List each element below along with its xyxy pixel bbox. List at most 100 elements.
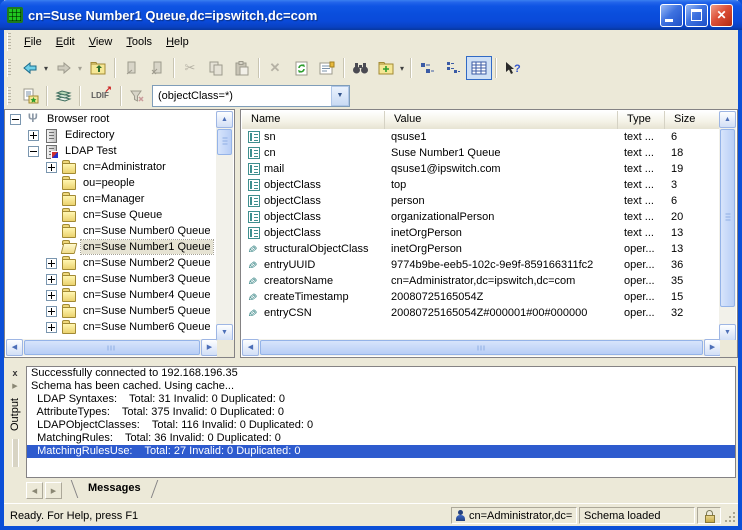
disconnect-button[interactable] xyxy=(144,56,170,80)
attribute-row[interactable]: objectClass person text ... 6 xyxy=(242,193,721,209)
connect-button[interactable] xyxy=(118,56,144,80)
attribute-row[interactable]: cn Suse Number1 Queue text ... 18 xyxy=(242,145,721,161)
list-vertical-scrollbar[interactable]: ▲ ▼ xyxy=(719,111,736,341)
tree-item[interactable]: cn=Suse Number6 Queue xyxy=(6,319,218,335)
tree-item[interactable]: cn=Suse Number4 Queue xyxy=(6,287,218,303)
copy-button[interactable] xyxy=(203,56,229,80)
export-entry-button[interactable] xyxy=(17,84,43,108)
tree-expander-icon[interactable] xyxy=(46,305,57,317)
close-button[interactable]: ✕ xyxy=(710,3,733,27)
minimize-button[interactable] xyxy=(660,3,683,27)
column-header-size[interactable]: Size xyxy=(665,111,721,129)
attribute-row[interactable]: entryUUID 9774b9be-eeb5-102c-9e9f-859166… xyxy=(242,257,721,273)
scroll-down-button[interactable]: ▼ xyxy=(719,324,736,341)
menu-file[interactable]: File xyxy=(17,33,49,51)
column-header-type[interactable]: Type xyxy=(618,111,665,129)
tree-expander-icon[interactable] xyxy=(46,273,57,285)
output-line[interactable]: MatchingRulesUse: Total: 27 Invalid: 0 D… xyxy=(27,445,735,458)
menu-view[interactable]: View xyxy=(82,33,120,51)
output-line[interactable]: Successfully connected to 192.168.196.35 xyxy=(27,367,735,380)
scroll-down-button[interactable]: ▼ xyxy=(216,324,233,341)
filter-combobox[interactable]: (objectClass=*) ▼ xyxy=(152,84,350,107)
list-horizontal-scrollbar[interactable]: ◀ ▶ xyxy=(242,339,721,356)
tree-item[interactable]: cn=Suse Number5 Queue xyxy=(6,303,218,319)
tree-item[interactable]: cn=Administrator xyxy=(6,159,218,175)
tree-vscroll-thumb[interactable] xyxy=(217,129,232,155)
output-pin-icon[interactable]: ▶ xyxy=(12,382,17,390)
ldif-export-button[interactable]: LDIF xyxy=(83,84,117,108)
tree-expander-icon[interactable] xyxy=(46,257,57,269)
cut-button[interactable]: ✂ xyxy=(177,56,203,80)
tree-item[interactable]: LDAP Test xyxy=(6,143,218,159)
output-line[interactable]: Schema has been cached. Using cache... xyxy=(27,380,735,393)
view-details-button[interactable] xyxy=(466,56,492,80)
filter-dropdown-button[interactable]: ▼ xyxy=(331,85,349,106)
tree-item[interactable]: cn=Manager xyxy=(6,191,218,207)
scroll-left-button[interactable]: ◀ xyxy=(242,339,259,356)
search-button[interactable] xyxy=(347,56,373,80)
output-line[interactable]: LDAP Syntaxes: Total: 31 Invalid: 0 Dupl… xyxy=(27,393,735,406)
new-entry-button[interactable] xyxy=(373,56,399,80)
tree-expander-icon[interactable] xyxy=(10,113,21,125)
output-drag-grip[interactable] xyxy=(11,439,19,468)
output-close-button[interactable]: x xyxy=(8,366,22,380)
refresh-button[interactable] xyxy=(288,56,314,80)
tab-messages[interactable]: Messages xyxy=(70,480,159,498)
delete-button[interactable]: ✕ xyxy=(262,56,288,80)
toolbar-gripper[interactable] xyxy=(7,86,11,105)
attribute-row[interactable]: sn qsuse1 text ... 6 xyxy=(242,129,721,145)
properties-button[interactable] xyxy=(314,56,340,80)
back-button[interactable] xyxy=(17,56,43,80)
paste-button[interactable] xyxy=(229,56,255,80)
menu-edit[interactable]: Edit xyxy=(49,33,82,51)
tree-item[interactable]: Browser root xyxy=(6,111,218,127)
tab-scroll-right-button[interactable]: ▶ xyxy=(45,482,62,499)
clear-filter-button[interactable] xyxy=(124,84,150,108)
attribute-row[interactable]: structuralObjectClass inetOrgPerson oper… xyxy=(242,241,721,257)
up-one-level-button[interactable] xyxy=(85,56,111,80)
tree-horizontal-scrollbar[interactable]: ◀ ▶ xyxy=(6,339,218,356)
scroll-up-button[interactable]: ▲ xyxy=(216,111,233,128)
context-help-button[interactable]: ? xyxy=(499,56,525,80)
tree-item[interactable]: ou=people xyxy=(6,175,218,191)
tree-expander-icon[interactable] xyxy=(46,289,57,301)
toolbar-gripper[interactable] xyxy=(7,59,11,77)
tree-item[interactable]: cn=Suse Number2 Queue xyxy=(6,255,218,271)
tree-item[interactable]: cn=Suse Number1 Queue xyxy=(6,239,218,255)
tree-hscroll-thumb[interactable] xyxy=(24,340,200,355)
attribute-row[interactable]: entryCSN 20080725165054Z#000001#00#00000… xyxy=(242,305,721,321)
tree-item[interactable]: cn=Suse Number3 Queue xyxy=(6,271,218,287)
column-header-name[interactable]: Name xyxy=(242,111,385,129)
tree-item[interactable]: cn=Suse Number0 Queue xyxy=(6,223,218,239)
attribute-row[interactable]: objectClass inetOrgPerson text ... 13 xyxy=(242,225,721,241)
list-hscroll-thumb[interactable] xyxy=(260,340,703,355)
attribute-row[interactable]: objectClass organizationalPerson text ..… xyxy=(242,209,721,225)
tree-expander-icon[interactable] xyxy=(46,321,57,333)
resize-grip[interactable] xyxy=(723,508,737,524)
output-line[interactable]: AttributeTypes: Total: 375 Invalid: 0 Du… xyxy=(27,406,735,419)
menubar-gripper[interactable] xyxy=(7,33,11,51)
tree-item[interactable]: Edirectory xyxy=(6,127,218,143)
column-header-value[interactable]: Value xyxy=(385,111,618,129)
menu-help[interactable]: Help xyxy=(159,33,196,51)
schema-button[interactable] xyxy=(50,84,76,108)
output-line[interactable]: MatchingRules: Total: 36 Invalid: 0 Dupl… xyxy=(27,432,735,445)
scroll-right-button[interactable]: ▶ xyxy=(704,339,721,356)
tree-expander-icon[interactable] xyxy=(28,129,39,141)
attribute-row[interactable]: creatorsName cn=Administrator,dc=ipswitc… xyxy=(242,273,721,289)
output-line[interactable]: LDAPObjectClasses: Total: 116 Invalid: 0… xyxy=(27,419,735,432)
menu-tools[interactable]: Tools xyxy=(119,33,159,51)
tree-expander-icon[interactable] xyxy=(46,161,57,173)
attribute-row[interactable]: createTimestamp 20080725165054Z oper... … xyxy=(242,289,721,305)
view-small-icons-button[interactable] xyxy=(414,56,440,80)
scroll-right-button[interactable]: ▶ xyxy=(201,339,218,356)
tab-scroll-left-button[interactable]: ◀ xyxy=(26,482,43,499)
tree-item[interactable]: cn=Suse Queue xyxy=(6,207,218,223)
scroll-up-button[interactable]: ▲ xyxy=(719,111,736,128)
attribute-row[interactable]: mail qsuse1@ipswitch.com text ... 19 xyxy=(242,161,721,177)
maximize-button[interactable] xyxy=(685,3,708,27)
list-vscroll-thumb[interactable] xyxy=(720,129,735,307)
tree-expander-icon[interactable] xyxy=(28,145,39,157)
filter-value[interactable]: (objectClass=*) xyxy=(153,90,331,102)
tree-vertical-scrollbar[interactable]: ▲ ▼ xyxy=(216,111,233,341)
